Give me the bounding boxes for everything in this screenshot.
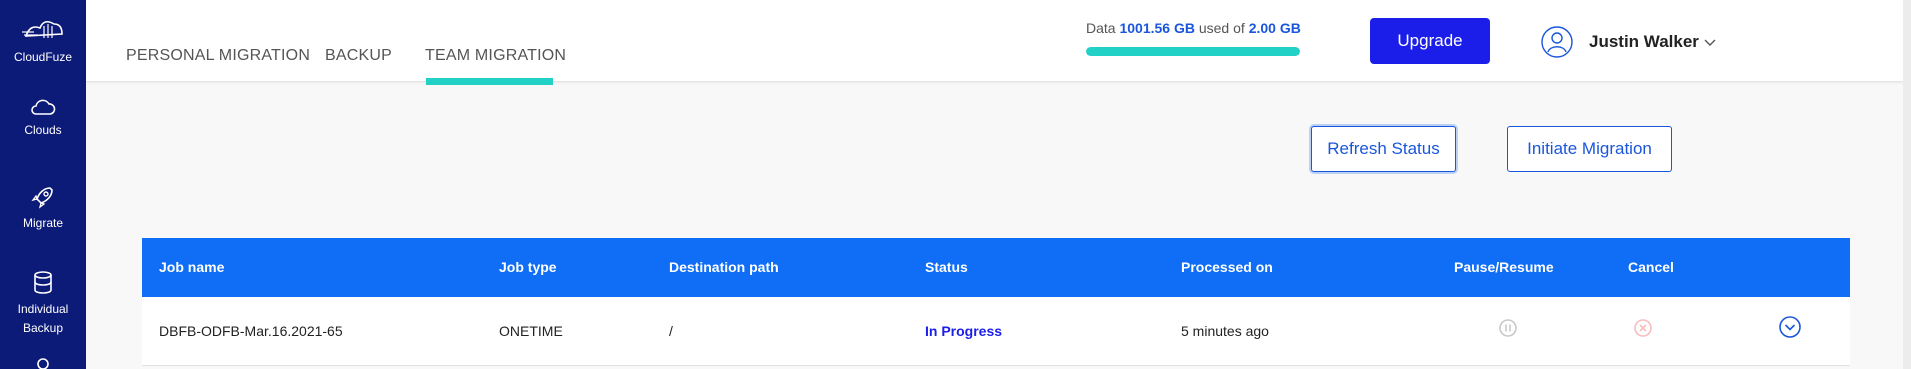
- sidebar-item-partial[interactable]: [0, 356, 86, 369]
- usage-middle: used of: [1198, 20, 1245, 36]
- user-icon: [37, 358, 49, 369]
- cancel-icon: [1634, 319, 1652, 337]
- sidebar-item-migrate[interactable]: Migrate: [0, 184, 86, 233]
- usage-total: 2.00 GB: [1248, 20, 1301, 36]
- pause-button[interactable]: [1498, 318, 1518, 343]
- cell-job-type: ONETIME: [499, 323, 563, 339]
- pause-icon: [1499, 319, 1517, 337]
- user-name: Justin Walker: [1589, 32, 1699, 51]
- header-status: Status: [925, 259, 968, 275]
- initiate-migration-button[interactable]: Initiate Migration: [1507, 126, 1672, 172]
- scrollbar[interactable]: [1903, 0, 1911, 369]
- cloudfuze-logo[interactable]: CloudFuze: [0, 14, 86, 67]
- storage-usage-fill: [1086, 47, 1300, 56]
- expand-row-button[interactable]: [1778, 315, 1802, 344]
- header-job-type: Job type: [499, 259, 557, 275]
- cancel-button[interactable]: [1633, 318, 1653, 343]
- cell-destination-path: /: [669, 323, 673, 339]
- header-cancel: Cancel: [1628, 259, 1674, 275]
- header-pause-resume: Pause/Resume: [1454, 259, 1554, 275]
- cell-processed-on: 5 minutes ago: [1181, 323, 1269, 339]
- sidebar-item-label: Clouds: [24, 123, 62, 137]
- table-row[interactable]: DBFB-ODFB-Mar.16.2021-65 ONETIME / In Pr…: [142, 297, 1850, 366]
- avatar-icon: [1541, 26, 1573, 58]
- storage-usage-bar: [1086, 47, 1300, 56]
- cell-status: In Progress: [925, 323, 1003, 339]
- chevron-down-icon: [1704, 39, 1716, 46]
- sidebar-item-individual-backup[interactable]: Individual Backup: [0, 270, 86, 338]
- logo-label: CloudFuze: [13, 50, 73, 64]
- refresh-status-button[interactable]: Refresh Status: [1311, 126, 1456, 172]
- jobs-table: Job name Job type Destination path Statu…: [142, 238, 1850, 366]
- header-job-name: Job name: [159, 259, 225, 275]
- table-header: Job name Job type Destination path Statu…: [142, 238, 1850, 297]
- rocket-icon: [31, 187, 53, 209]
- cell-job-name: DBFB-ODFB-Mar.16.2021-65: [159, 323, 343, 339]
- database-icon: [34, 271, 52, 294]
- storage-usage: Data 1001.56 GB used of 2.00 GB: [1086, 20, 1306, 56]
- sidebar-item-label: Backup: [22, 321, 64, 335]
- active-tab-indicator: [426, 78, 553, 85]
- cloudfuze-logo-icon: [22, 20, 63, 38]
- cloud-icon: [31, 99, 56, 115]
- usage-used: 1001.56 GB: [1119, 20, 1195, 36]
- user-menu[interactable]: Justin Walker: [1541, 26, 1717, 58]
- upgrade-button[interactable]: Upgrade: [1370, 18, 1490, 64]
- sidebar: CloudFuze Clouds Migrate Individual Back…: [0, 0, 86, 369]
- tab-personal-migration[interactable]: PERSONAL MIGRATION: [126, 47, 310, 65]
- sidebar-item-clouds[interactable]: Clouds: [0, 97, 86, 140]
- header-destination-path: Destination path: [669, 259, 779, 275]
- header-processed-on: Processed on: [1181, 259, 1273, 275]
- tab-backup[interactable]: BACKUP: [325, 47, 392, 65]
- sidebar-item-label: Migrate: [22, 216, 63, 230]
- chevron-down-circle-icon: [1779, 316, 1801, 338]
- top-header: PERSONAL MIGRATION BACKUP TEAM MIGRATION…: [86, 0, 1911, 85]
- storage-usage-text: Data 1001.56 GB used of 2.00 GB: [1086, 20, 1306, 36]
- tab-team-migration[interactable]: TEAM MIGRATION: [425, 47, 566, 65]
- usage-prefix: Data: [1086, 20, 1116, 36]
- sidebar-item-label: Individual: [17, 302, 69, 316]
